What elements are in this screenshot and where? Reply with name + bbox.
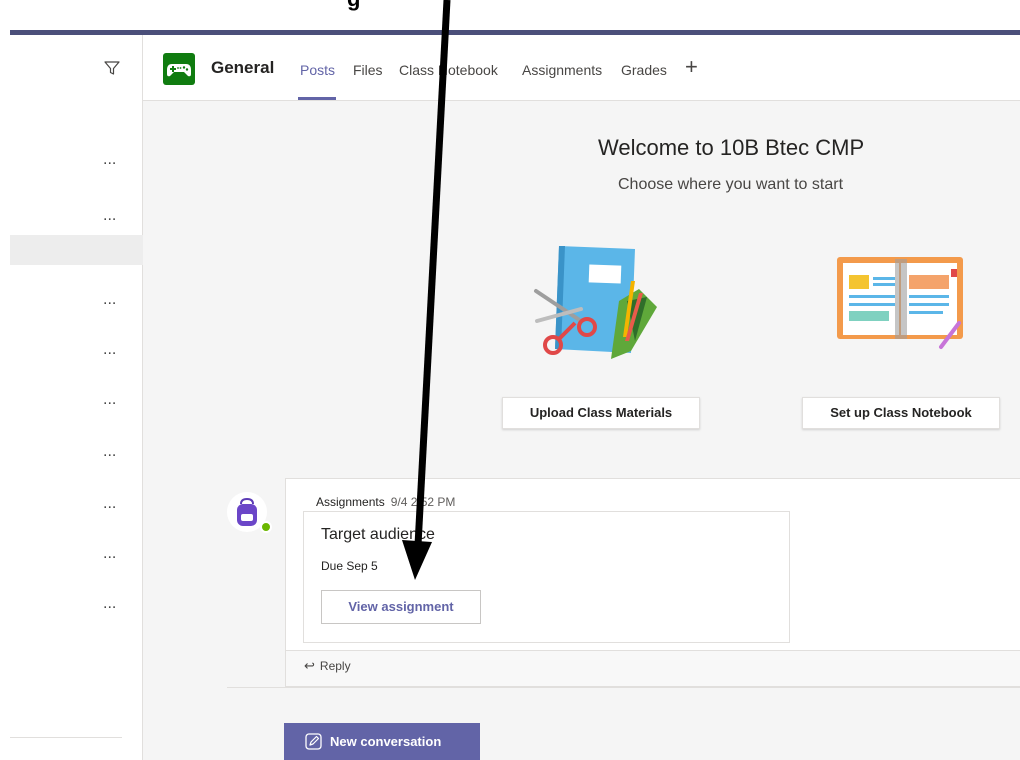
channel-row[interactable]: ... [10,387,143,417]
class-notebook-illustration [837,257,963,349]
class-materials-illustration [534,246,657,359]
welcome-title: Welcome to 10B Btec CMP [598,135,865,160]
more-options-icon[interactable]: ... [103,292,116,308]
more-options-icon[interactable]: ... [103,546,116,562]
more-options-icon[interactable]: ... [103,208,116,224]
upload-class-materials-button[interactable]: Upload Class Materials [502,397,700,429]
presence-available-icon [260,521,272,533]
channel-row[interactable]: ... [10,147,143,177]
more-options-icon[interactable]: ... [103,152,116,168]
reply-label: Reply [319,659,351,673]
tab-assignments[interactable]: Assignments [522,62,602,78]
channel-row[interactable]: ... [10,491,143,521]
welcome-subtitle: Choose where you want to start [618,176,844,193]
post-timestamp: 9/4 2:52 PM [390,495,456,509]
filter-icon[interactable] [103,59,121,77]
left-channel-list: ... ... ... ... ... ... ... ... ... [0,35,143,760]
compose-icon [305,733,322,750]
new-conversation-label: New conversation [330,734,442,749]
more-options-icon[interactable]: ... [103,496,116,512]
channel-row[interactable]: ... [10,287,143,317]
annotation-caption: g [347,0,360,12]
active-tab-indicator [298,97,336,100]
channel-row[interactable]: ... [10,439,143,469]
assignment-post: Assignments 9/4 2:52 PM Target audience D… [285,478,1020,687]
post-meta: Assignments 9/4 2:52 PM [316,495,455,509]
channel-row-selected[interactable] [10,235,143,265]
team-avatar[interactable] [163,53,195,85]
post-author: Assignments [316,495,385,509]
tab-files[interactable]: Files [353,62,383,78]
gamepad-icon [167,64,191,77]
reply-bar[interactable]: ↩ Reply [286,650,1020,686]
channel-row[interactable]: ... [10,337,143,367]
assignment-title: Target audience [321,526,435,543]
assignment-due-date: Due Sep 5 [321,559,378,573]
thread-divider [227,687,1020,688]
channel-header: General Posts Files Class Notebook Assig… [143,35,1020,101]
reply-arrow-icon: ↩ [304,658,315,673]
more-options-icon[interactable]: ... [103,342,116,358]
tab-grades[interactable]: Grades [621,62,667,78]
setup-class-notebook-button[interactable]: Set up Class Notebook [802,397,1000,429]
channel-row[interactable]: ... [10,203,143,233]
channel-row[interactable]: ... [10,591,143,621]
assignment-card[interactable]: Target audience Due Sep 5 View assignmen… [303,511,790,643]
left-divider [10,737,122,738]
more-options-icon[interactable]: ... [103,392,116,408]
view-assignment-button[interactable]: View assignment [321,590,481,624]
add-tab-plus-icon[interactable]: + [685,55,698,79]
posts-content: Welcome to 10B Btec CMP Choose where you… [143,101,1020,760]
channel-row[interactable]: ... [10,541,143,571]
more-options-icon[interactable]: ... [103,444,116,460]
channel-title: General [211,58,275,77]
new-conversation-button[interactable]: New conversation [284,723,480,760]
tab-class-notebook[interactable]: Class Notebook [399,62,498,78]
more-options-icon[interactable]: ... [103,596,116,612]
top-whitespace [0,0,1020,30]
tab-posts[interactable]: Posts [300,62,335,78]
